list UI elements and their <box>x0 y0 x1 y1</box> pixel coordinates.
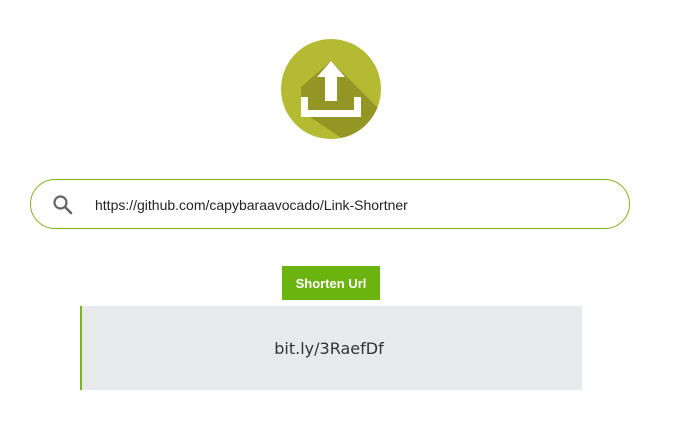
result-box: bit.ly/3RaefDf <box>80 306 582 390</box>
search-icon <box>52 194 74 216</box>
short-url-text: bit.ly/3RaefDf <box>274 338 384 358</box>
shorten-url-button[interactable]: Shorten Url <box>282 266 380 300</box>
search-bar <box>30 179 630 229</box>
upload-icon <box>281 39 381 139</box>
url-input[interactable] <box>95 192 605 218</box>
page: Shorten Url bit.ly/3RaefDf <box>0 0 693 447</box>
